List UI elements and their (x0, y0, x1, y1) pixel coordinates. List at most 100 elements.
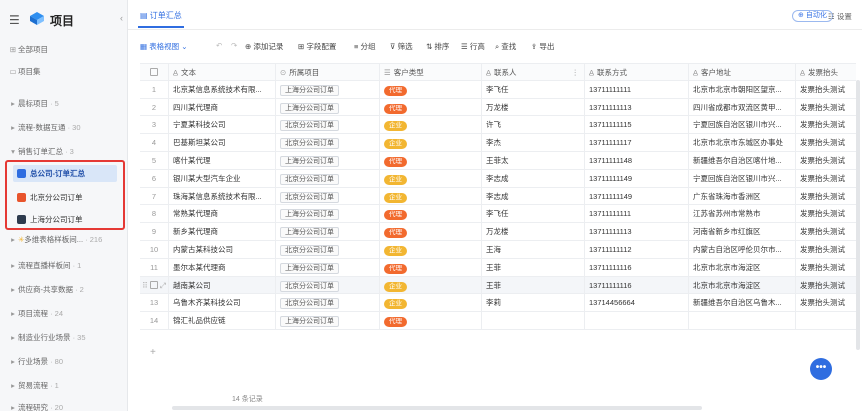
redo-button[interactable]: ↷ (231, 41, 237, 50)
cell-address[interactable]: 新疆维吾尔自治区喀什地... (689, 152, 796, 170)
add-record-button[interactable]: ⊕ 添加记录 (245, 41, 283, 52)
cell-name[interactable]: 墨尔本某代理商 (169, 258, 276, 277)
cell-name[interactable]: 乌鲁木齐某科技公司 (169, 294, 276, 313)
cell-customer-type[interactable]: 企业 (380, 294, 482, 313)
cell-address[interactable]: 新疆维吾尔自治区乌鲁木... (689, 294, 796, 313)
cell-project[interactable]: 北京分公司订单 (276, 134, 380, 152)
cell-customer-type[interactable]: 企业 (380, 241, 482, 259)
vertical-scrollbar[interactable] (856, 80, 860, 350)
cell-address[interactable]: 江苏省苏州市常熟市 (689, 205, 796, 224)
sidebar-item[interactable]: ▸ 流程直播样板间 · 1 (0, 258, 128, 274)
table-row[interactable]: 4 巴基斯坦某公司 北京分公司订单 企业 李杰 13711111117 北京市北京市东城区办… (140, 134, 856, 152)
sidebar-item[interactable]: ⊞ 全部项目 (0, 42, 128, 58)
add-row-button[interactable]: + (150, 347, 156, 358)
cell-name[interactable]: 珠海某信息系统技术有限... (169, 187, 276, 206)
tab-order-summary[interactable]: ▤ 订单汇总 (138, 10, 184, 28)
more-actions-button[interactable]: ••• (810, 358, 832, 380)
select-all-cell[interactable] (140, 64, 169, 82)
cell-phone[interactable]: 13711111148 (585, 152, 689, 170)
cell-contact[interactable]: 李飞任 (482, 80, 585, 99)
row-height-button[interactable]: ☰ 行高 (461, 41, 485, 52)
cell-phone[interactable]: 13711111117 (585, 134, 689, 152)
cell-contact[interactable] (482, 312, 585, 330)
table-row[interactable]: 7 珠海某信息系统技术有限... 北京分公司订单 企业 李志成 13711111149 广东… (140, 187, 856, 206)
sidebar-item[interactable]: ▸ 贸易流程 · 1 (0, 378, 128, 394)
row-number-cell[interactable]: 8 (140, 205, 169, 224)
cell-customer-type[interactable]: 代理 (380, 205, 482, 224)
row-number-cell[interactable]: 10 (140, 241, 169, 259)
cell-address[interactable]: 广东省珠海市香洲区 (689, 187, 796, 206)
cell-invoice[interactable]: 发票抬头测试 (796, 116, 856, 134)
table-row[interactable]: 3 宁夏某科技公司 北京分公司订单 企业 许飞 13711111115 宁夏回族自治区银川市… (140, 116, 856, 135)
sidebar-item[interactable]: ▸ 行业场景 · 80 (0, 354, 128, 370)
cell-customer-type[interactable]: 代理 (380, 258, 482, 277)
cell-project[interactable]: 北京分公司订单 (276, 169, 380, 188)
column-header[interactable]: A̲ 文本 (169, 64, 276, 82)
cell-contact[interactable]: 李志成 (482, 169, 585, 188)
cell-contact[interactable]: 李志成 (482, 187, 585, 206)
cell-customer-type[interactable]: 企业 (380, 187, 482, 206)
cell-phone[interactable]: 13711111111 (585, 205, 689, 224)
cell-name[interactable]: 锦汇礼品供应链 (169, 312, 276, 330)
settings-button[interactable]: ☷ 设置 (828, 11, 852, 22)
cell-customer-type[interactable]: 企业 (380, 134, 482, 152)
cell-invoice[interactable]: 发票抬头测试 (796, 81, 856, 99)
cell-contact[interactable]: 李莉 (482, 294, 585, 313)
row-number-cell[interactable]: 14 (140, 312, 169, 330)
table-row[interactable]: 11 墨尔本某代理商 上海分公司订单 代理 王菲 13711111116 北京市北京市海淀区… (140, 258, 856, 277)
expand-row-icon[interactable]: ⤢ (160, 281, 166, 290)
cell-phone[interactable]: 13711111113 (585, 223, 689, 241)
column-header[interactable]: ⊙ 所属项目 (276, 64, 380, 82)
cell-name[interactable]: 内蒙古某科技公司 (169, 241, 276, 259)
cell-address[interactable]: 四川省成都市双流区黄甲... (689, 98, 796, 117)
cell-project[interactable]: 上海分公司订单 (276, 98, 380, 117)
cell-invoice[interactable]: 发票抬头测试 (796, 188, 856, 206)
cell-address[interactable]: 宁夏回族自治区银川市兴... (689, 169, 796, 188)
sidebar-item[interactable]: ▸ 项目流程 · 24 (0, 306, 128, 322)
cell-project[interactable]: 上海分公司订单 (276, 80, 380, 99)
cell-invoice[interactable] (796, 312, 856, 330)
cell-invoice[interactable]: 发票抬头测试 (796, 294, 856, 312)
sidebar-item[interactable]: ▭项目集 (0, 64, 128, 80)
cell-invoice[interactable]: 发票抬头测试 (796, 170, 856, 188)
sidebar-item[interactable]: ▸ 流程-数据互通 · 30 (0, 120, 128, 136)
cell-customer-type[interactable]: 企业 (380, 169, 482, 188)
cell-contact[interactable]: 万龙楼 (482, 98, 585, 117)
column-header[interactable]: ☰ 客户类型 (380, 64, 482, 82)
cell-name[interactable]: 常熟某代理商 (169, 205, 276, 224)
column-header[interactable]: A̲ 联系人 ⋮ (482, 64, 585, 82)
sidebar-item[interactable]: ▸ 晨标项目 · 5 (0, 96, 128, 112)
table-row[interactable]: 1 北京某信息系统技术有限... 上海分公司订单 代理 李飞任 13711111111 北京… (140, 80, 856, 99)
sidebar-item[interactable]: ▸ 供应商-共享数据 · 2 (0, 282, 128, 298)
cell-invoice[interactable]: 发票抬头测试 (796, 241, 856, 259)
sidebar-subitem[interactable]: 总公司-订单汇总 (13, 165, 117, 182)
sidebar-item[interactable]: ▸ 流程研究 · 20 (0, 400, 128, 416)
cell-project[interactable]: 上海分公司订单 (276, 152, 380, 170)
row-number-cell[interactable]: 1 (140, 80, 169, 99)
cell-customer-type[interactable]: 企业 (380, 116, 482, 135)
cell-contact[interactable]: 王菲 (482, 258, 585, 277)
cell-invoice[interactable]: 发票抬头测试 (796, 134, 856, 152)
column-menu-icon[interactable]: ⋮ (572, 64, 580, 82)
cell-phone[interactable]: 13711111115 (585, 116, 689, 135)
drag-handle-icon[interactable]: ⠿ (142, 281, 148, 290)
row-number-cell[interactable]: 2 (140, 98, 169, 117)
cell-address[interactable]: 北京市北京市东城区办事处 (689, 134, 796, 152)
cell-project[interactable]: 北京分公司订单 (276, 116, 380, 135)
horizontal-scrollbar[interactable] (172, 406, 702, 410)
cell-contact[interactable]: 许飞 (482, 116, 585, 135)
cell-contact[interactable]: 王海 (482, 241, 585, 259)
column-header[interactable]: A̲ 发票抬头 (796, 64, 856, 82)
undo-button[interactable]: ↶ (216, 41, 222, 50)
row-number-cell[interactable]: 7 (140, 187, 169, 206)
cell-address[interactable]: 内蒙古自治区呼伦贝尔市... (689, 241, 796, 259)
cell-contact[interactable]: 万龙楼 (482, 223, 585, 241)
cell-phone[interactable] (585, 312, 689, 330)
cell-name[interactable]: 巴基斯坦某公司 (169, 134, 276, 152)
automation-button[interactable]: ⊕ 自动化 (792, 10, 833, 22)
cell-project[interactable]: 北京分公司订单 (276, 187, 380, 206)
sidebar-item[interactable]: ▾ 销售订单汇总 · 3 (0, 144, 128, 160)
table-row[interactable]: 5 喀什某代理 上海分公司订单 代理 王菲太 13711111148 新疆维吾尔自治区喀什地… (140, 152, 856, 170)
cell-customer-type[interactable]: 代理 (380, 80, 482, 99)
filter-button[interactable]: ⊽ 筛选 (390, 41, 413, 52)
